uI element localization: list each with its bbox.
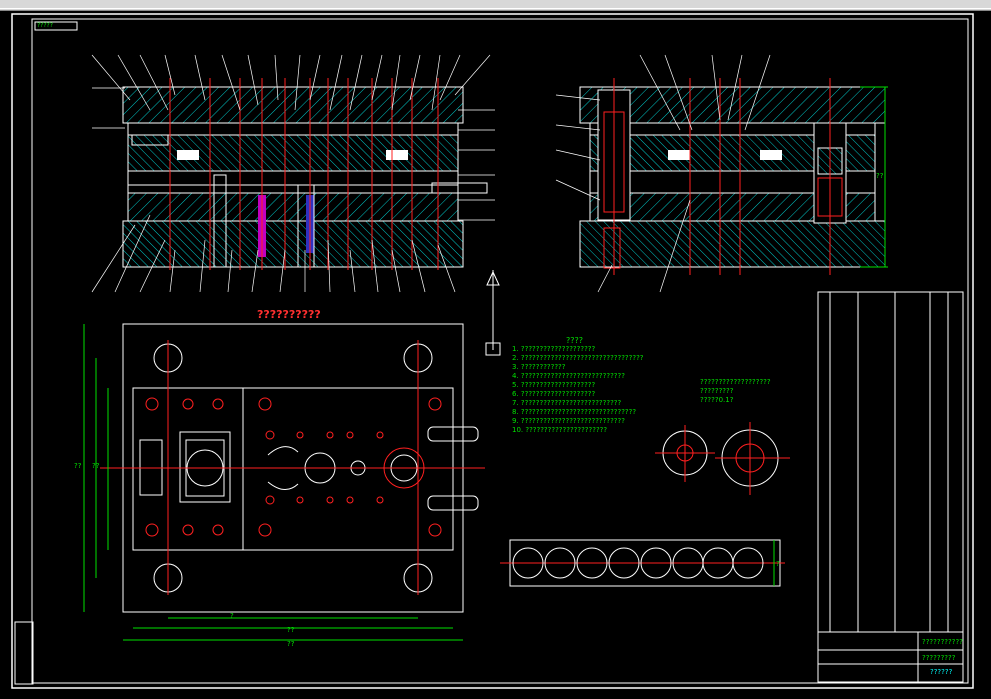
dim-label: ?? [287, 626, 295, 634]
dim-label: ?? [74, 462, 82, 470]
part-note-line: ??????????????????? [700, 378, 771, 386]
tech-req-line: 1. ???????????????????? [512, 345, 596, 353]
tech-req-line: 3. ???????????? [512, 363, 566, 371]
part-detail-large [715, 422, 790, 495]
tech-req-line: 10. ?????????????????????? [512, 426, 608, 434]
dim-label: ?? [92, 462, 100, 470]
plan-dimensions [83, 324, 463, 641]
dim-label: ? [230, 612, 234, 620]
section-title: ?????????? [257, 308, 321, 321]
title-block-main: ??????????? [922, 638, 963, 646]
dim-label: ? [776, 560, 780, 568]
parts-list-table [817, 291, 964, 633]
tech-req-line: 9. ???????????????????????????? [512, 417, 625, 425]
side-section-view [579, 86, 886, 269]
part-note-line: ?????0.1? [700, 396, 734, 404]
stamp-label: ????? [37, 22, 53, 29]
tech-req-line: 8. ??????????????????????????????? [512, 408, 637, 416]
plan-centerlines [100, 340, 485, 595]
tech-requirements: ???? 1. ???????????????????? 2. ????????… [512, 336, 647, 435]
revision-block [14, 621, 34, 685]
main-section-view [122, 86, 488, 268]
window-top-bar [0, 0, 991, 11]
part-note-line: ????????? [700, 387, 734, 395]
tech-req-line: 5. ???????????????????? [512, 381, 596, 389]
dim-label: ?? [287, 640, 295, 648]
tech-req-line: 7. ??????????????????????????? [512, 399, 622, 407]
title-block-drawing-no: ?????? [930, 668, 953, 676]
title-block-sub: ????????? [922, 654, 956, 662]
tech-requirements-title: ???? [566, 336, 583, 345]
part-notes: ??????????????????? ????????? ?????0.1? [700, 378, 771, 405]
tech-req-line: 2. ????????????????????????????????? [512, 354, 644, 362]
tech-req-line: 6. ???????????????????? [512, 390, 596, 398]
small-holes [145, 397, 442, 537]
dim-label: ?? [876, 172, 884, 180]
tech-req-line: 4. ???????????????????????????? [512, 372, 625, 380]
part-detail-small [655, 425, 715, 482]
arrow-indicator [485, 270, 501, 356]
cad-drawing [11, 13, 974, 689]
